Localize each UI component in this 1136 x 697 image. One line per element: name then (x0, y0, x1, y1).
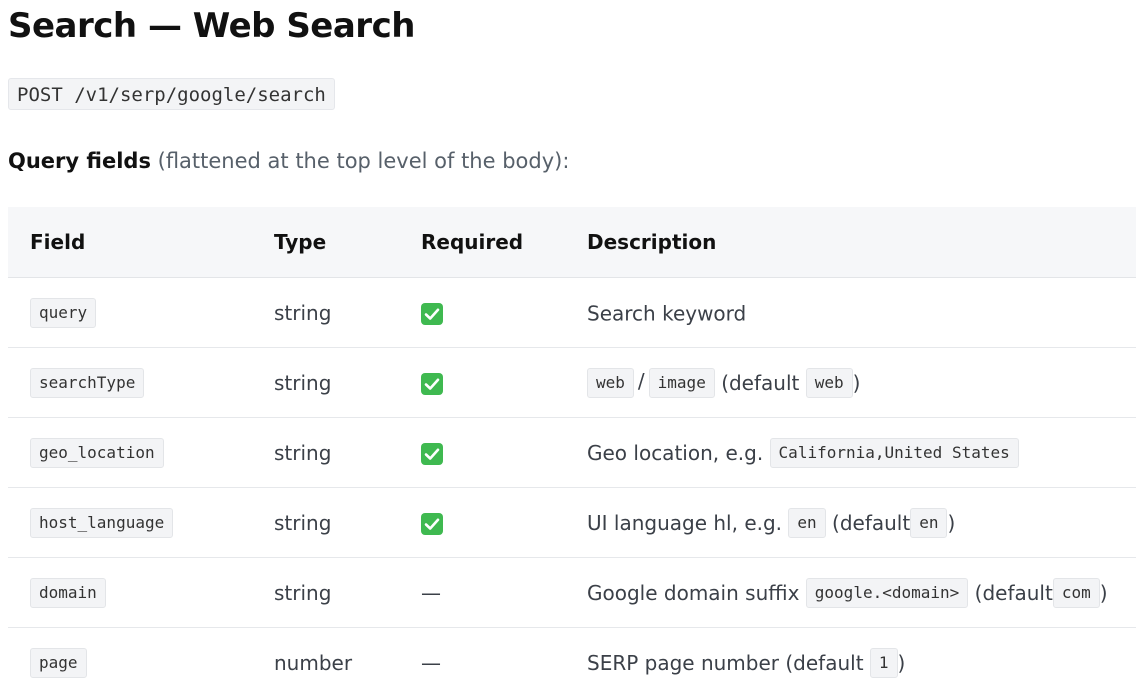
table-row: domain string — Google domain suffix goo… (8, 558, 1136, 628)
type-cell: string (252, 348, 399, 418)
description-text: ) (853, 371, 861, 395)
description-text: ) (898, 651, 906, 675)
required-cell: — (399, 558, 565, 628)
check-box-icon (421, 303, 443, 325)
endpoint-code: POST /v1/serp/google/search (8, 78, 335, 110)
query-fields-heading: Query fields (flattened at the top level… (8, 146, 569, 176)
header-description: Description (565, 207, 1136, 278)
description-code: web (806, 368, 853, 398)
field-name-code: page (30, 648, 87, 678)
header-type: Type (252, 207, 399, 278)
description-text: SERP page number (default (587, 651, 864, 675)
field-cell: geo_location (8, 418, 252, 488)
description-cell: SERP page number (default 1) (565, 628, 1136, 697)
required-cell (399, 488, 565, 558)
field-name-code: domain (30, 578, 106, 608)
field-cell: host_language (8, 488, 252, 558)
query-fields-label: Query fields (8, 149, 151, 173)
check-box-icon (421, 443, 443, 465)
header-field: Field (8, 207, 252, 278)
description-code: web (587, 368, 634, 398)
description-code: google.<domain> (806, 578, 969, 608)
description-text: (default (832, 511, 910, 535)
query-fields-table-wrapper: Field Type Required Description query st… (8, 207, 1136, 697)
type-cell: string (252, 418, 399, 488)
description-text: ) (1100, 581, 1108, 605)
field-cell: searchType (8, 348, 252, 418)
description-separator: / (638, 369, 645, 393)
description-text: Geo location, e.g. (587, 441, 763, 465)
field-cell: query (8, 278, 252, 348)
description-text: ) (947, 511, 955, 535)
query-fields-table: Field Type Required Description query st… (8, 207, 1136, 697)
description-text: Google domain suffix (587, 581, 799, 605)
table-row: searchType string web/image (default web… (8, 348, 1136, 418)
field-name-code: host_language (30, 508, 173, 538)
table-header-row: Field Type Required Description (8, 207, 1136, 278)
table-row: host_language string UI language hl, e.g… (8, 488, 1136, 558)
not-required-dash: — (421, 581, 441, 605)
description-code: California,United States (770, 438, 1019, 468)
type-cell: string (252, 278, 399, 348)
description-code: en (910, 508, 947, 538)
required-cell (399, 418, 565, 488)
description-code: image (649, 368, 715, 398)
description-code: 1 (870, 648, 898, 678)
description-cell: UI language hl, e.g. en (defaulten) (565, 488, 1136, 558)
required-cell: — (399, 628, 565, 697)
not-required-dash: — (421, 651, 441, 675)
field-cell: page (8, 628, 252, 697)
description-text: UI language hl, e.g. (587, 511, 782, 535)
description-cell: Google domain suffix google.<domain> (de… (565, 558, 1136, 628)
required-cell (399, 278, 565, 348)
page-title: Search — Web Search (8, 2, 415, 50)
check-box-icon (421, 373, 443, 395)
type-cell: string (252, 488, 399, 558)
required-cell (399, 348, 565, 418)
description-text: (default (975, 581, 1053, 605)
check-box-icon (421, 513, 443, 535)
description-text: Search keyword (587, 301, 746, 325)
description-cell: Search keyword (565, 278, 1136, 348)
type-cell: string (252, 558, 399, 628)
description-cell: Geo location, e.g. California,United Sta… (565, 418, 1136, 488)
header-required: Required (399, 207, 565, 278)
description-code: com (1053, 578, 1100, 608)
table-row: geo_location string Geo location, e.g. C… (8, 418, 1136, 488)
query-fields-note: (flattened at the top level of the body)… (151, 149, 569, 173)
field-name-code: searchType (30, 368, 144, 398)
table-row: query string Search keyword (8, 278, 1136, 348)
type-cell: number (252, 628, 399, 697)
field-cell: domain (8, 558, 252, 628)
field-name-code: geo_location (30, 438, 164, 468)
table-row: page number — SERP page number (default … (8, 628, 1136, 697)
field-name-code: query (30, 298, 96, 328)
description-code: en (788, 508, 825, 538)
description-cell: web/image (default web) (565, 348, 1136, 418)
description-text: (default (721, 371, 799, 395)
